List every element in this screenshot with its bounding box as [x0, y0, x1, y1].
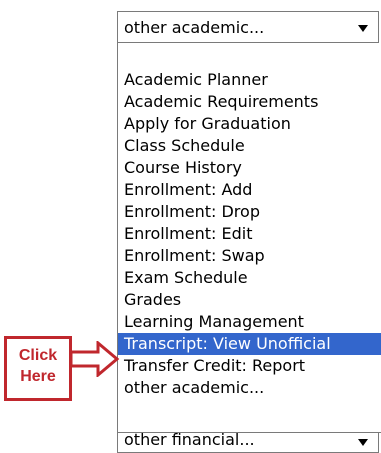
chevron-down-icon — [358, 25, 368, 32]
click-here-callout: Click Here — [4, 336, 72, 401]
option-apply-for-graduation[interactable]: Apply for Graduation — [118, 113, 381, 135]
option-transcript-view-unofficial[interactable]: Transcript: View Unofficial — [118, 333, 381, 355]
option-enrollment-edit[interactable]: Enrollment: Edit — [118, 223, 381, 245]
academic-select[interactable]: other academic... — [117, 11, 379, 43]
chevron-down-icon — [358, 439, 368, 446]
academic-select-value: other academic... — [124, 18, 265, 37]
option-learning-management[interactable]: Learning Management — [118, 311, 381, 333]
option-course-history[interactable]: Course History — [118, 157, 381, 179]
option-class-schedule[interactable]: Class Schedule — [118, 135, 381, 157]
callout-line-1: Click — [18, 347, 58, 364]
option-academic-requirements[interactable]: Academic Requirements — [118, 91, 381, 113]
option-enrollment-drop[interactable]: Enrollment: Drop — [118, 201, 381, 223]
arrow-right-icon — [70, 341, 120, 377]
option-grades[interactable]: Grades — [118, 289, 381, 311]
option-enrollment-add[interactable]: Enrollment: Add — [118, 179, 381, 201]
financial-select-value: other financial... — [124, 430, 255, 449]
option-enrollment-swap[interactable]: Enrollment: Swap — [118, 245, 381, 267]
option-other-academic[interactable]: other academic... — [118, 377, 381, 399]
academic-dropdown-list[interactable]: Academic Planner Academic Requirements A… — [117, 43, 381, 433]
financial-select[interactable]: other financial... — [117, 430, 379, 453]
callout-line-2: Here — [20, 368, 56, 385]
option-transfer-credit-report[interactable]: Transfer Credit: Report — [118, 355, 381, 377]
option-exam-schedule[interactable]: Exam Schedule — [118, 267, 381, 289]
option-academic-planner[interactable]: Academic Planner — [118, 69, 381, 91]
